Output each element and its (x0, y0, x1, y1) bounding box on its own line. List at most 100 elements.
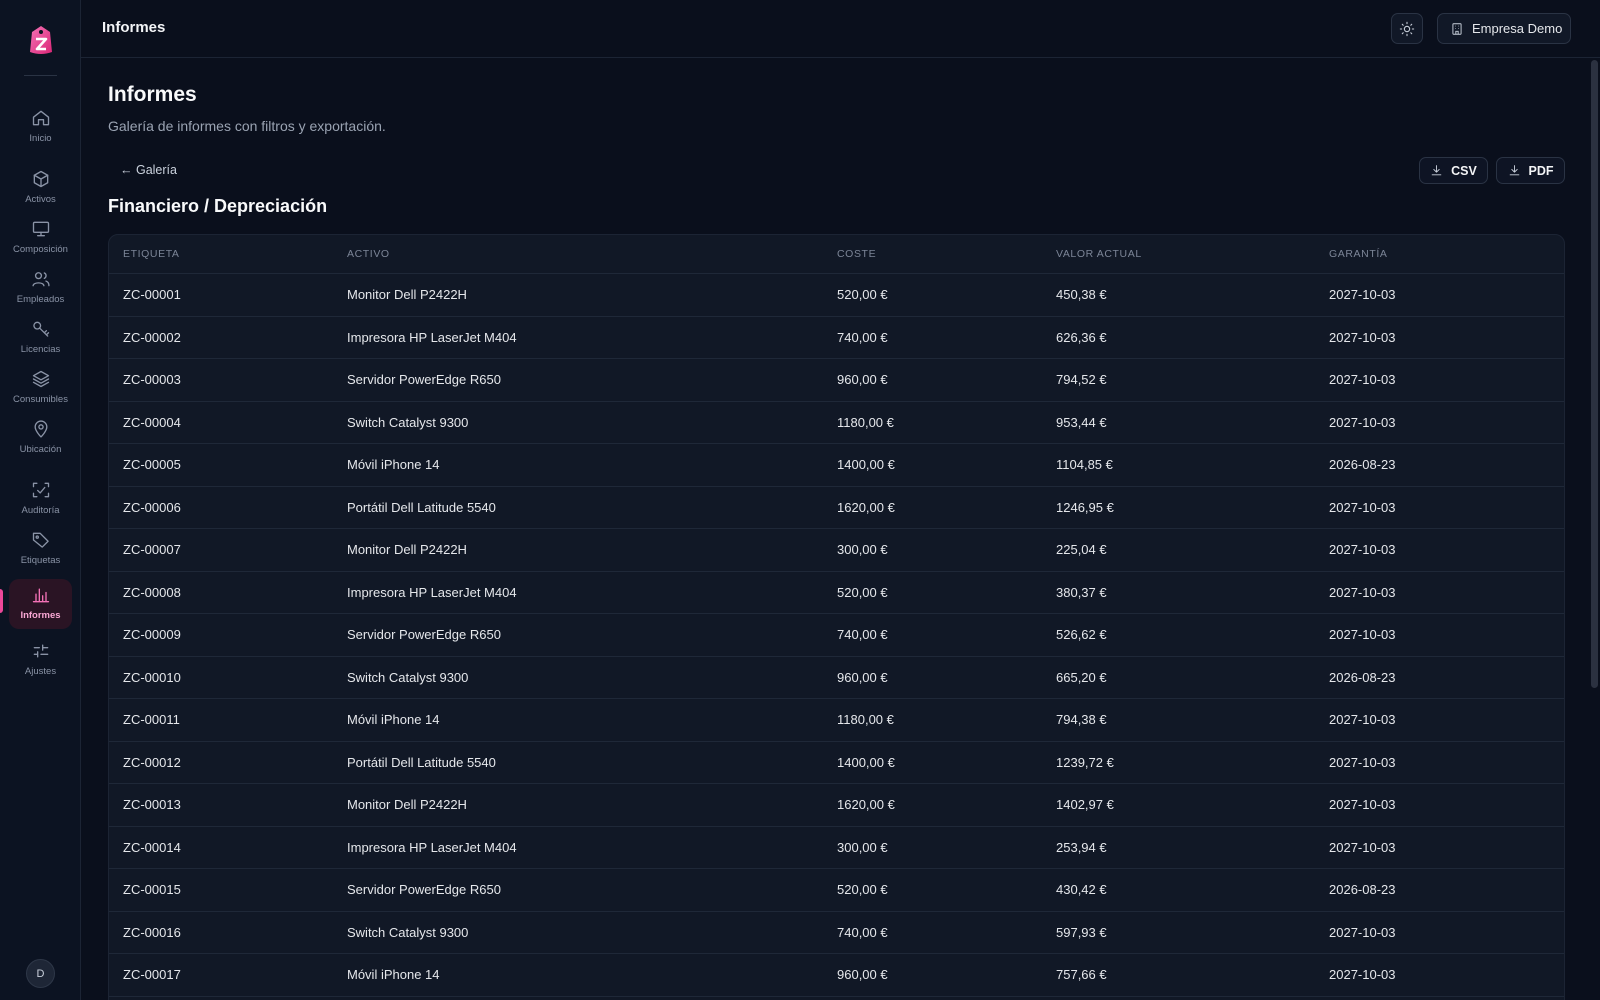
sidebar-item-ajustes[interactable]: Ajustes (9, 635, 72, 685)
cell-activo: Servidor PowerEdge R650 (347, 372, 501, 388)
cell-coste: 1400,00 € (837, 457, 895, 473)
cell-coste: 740,00 € (837, 627, 888, 643)
cell-coste: 520,00 € (837, 882, 888, 898)
cell-activo: Monitor Dell P2422H (347, 287, 467, 303)
column-header-coste[interactable]: COSTE (837, 248, 876, 260)
table-row[interactable]: ZC-00005 Móvil iPhone 14 1400,00 € 1104,85 … (109, 444, 1564, 487)
sidebar-item-inicio[interactable]: Inicio (9, 102, 72, 152)
table-row[interactable]: ZC-00017 Móvil iPhone 14 960,00 € 757,66 € 2… (109, 954, 1564, 997)
table-row[interactable]: ZC-00007 Monitor Dell P2422H 300,00 € 225,0… (109, 529, 1564, 572)
cell-valor-actual: 430,42 € (1056, 882, 1107, 898)
cell-etiqueta: ZC-00002 (123, 329, 181, 345)
app-logo-icon[interactable] (26, 22, 56, 58)
table-row[interactable]: ZC-00013 Monitor Dell P2422H 1620,00 € 1402… (109, 784, 1564, 827)
tag-icon (32, 532, 49, 548)
cell-valor-actual: 225,04 € (1056, 542, 1107, 558)
table-row[interactable]: ZC-00008 Impresora HP LaserJet M404 520,00… (109, 572, 1564, 614)
cell-valor-actual: 1402,97 € (1056, 797, 1114, 813)
table-row[interactable]: ZC-00009 Servidor PowerEdge R650 740,00 € 5… (109, 614, 1564, 657)
page-scrollbar[interactable] (1591, 60, 1598, 688)
sidebar-item-label: Etiquetas (20, 555, 61, 566)
sidebar-item-label: Ajustes (24, 666, 57, 677)
cell-etiqueta: ZC-00017 (123, 967, 181, 983)
cell-activo: Servidor PowerEdge R650 (347, 882, 501, 898)
cell-etiqueta: ZC-00004 (123, 414, 181, 430)
table-row[interactable]: ZC-00002 Impresora HP LaserJet M404 740,00… (109, 317, 1564, 359)
sidebar-item-auditoria[interactable]: Auditoría (9, 474, 72, 524)
column-header-valor-actual[interactable]: VALOR ACTUAL (1056, 248, 1142, 260)
page-title: Informes (108, 83, 197, 106)
table-row[interactable]: ZC-00011 Móvil iPhone 14 1180,00 € 794,38 €… (109, 699, 1564, 742)
table-row[interactable]: ZC-00010 Switch Catalyst 9300 960,00 € 665,… (109, 657, 1564, 699)
building-icon (1452, 22, 1462, 35)
cell-coste: 740,00 € (837, 924, 888, 940)
cell-valor-actual: 1104,85 € (1056, 457, 1113, 473)
users-icon (31, 272, 50, 287)
sidebar-item-ubicacion[interactable]: Ubicación (9, 413, 72, 463)
table-row[interactable]: ZC-00001 Monitor Dell P2422H 520,00 € 450,3… (109, 274, 1564, 317)
table-row[interactable]: ZC-00003 Servidor PowerEdge R650 960,00 € 7… (109, 359, 1564, 402)
cell-activo: Móvil iPhone 14 (347, 712, 440, 728)
cell-activo: Monitor Dell P2422H (347, 797, 467, 813)
sidebar-item-composicion[interactable]: Composición (9, 213, 72, 263)
cell-valor-actual: 953,44 € (1056, 414, 1107, 430)
export-csv-label: CSV (1451, 163, 1477, 178)
cell-coste: 1400,00 € (837, 754, 895, 770)
cell-activo: Impresora HP LaserJet M404 (347, 839, 517, 855)
cell-garantia: 2027-10-03 (1329, 499, 1396, 515)
cell-coste: 960,00 € (837, 967, 888, 983)
table-row[interactable]: ZC-00012 Portátil Dell Latitude 5540 1400,… (109, 742, 1564, 784)
table-row[interactable]: ZC-00004 Switch Catalyst 9300 1180,00 € 953… (109, 402, 1564, 444)
sidebar-item-empleados[interactable]: Empleados (9, 263, 72, 313)
scan-check-icon (32, 482, 49, 498)
sidebar-item-licencias[interactable]: Licencias (9, 313, 72, 363)
sidebar-item-label: Licencias (20, 344, 61, 355)
table-row[interactable]: ZC-00016 Switch Catalyst 9300 740,00 € 597,… (109, 912, 1564, 954)
cell-garantia: 2027-10-03 (1329, 329, 1396, 345)
sidebar-item-label: Informes (20, 610, 61, 621)
theme-toggle-button[interactable] (1391, 13, 1423, 44)
cell-coste: 1180,00 € (837, 712, 894, 728)
cell-valor-actual: 1246,95 € (1056, 499, 1114, 515)
table-row[interactable]: ZC-00014 Impresora HP LaserJet M404 300,00… (109, 827, 1564, 869)
column-header-etiqueta[interactable]: ETIQUETA (123, 248, 180, 260)
active-indicator (0, 589, 3, 613)
cell-garantia: 2026-08-23 (1329, 882, 1396, 898)
table-row[interactable]: ZC-00006 Portátil Dell Latitude 5540 1620,… (109, 487, 1564, 529)
avatar[interactable]: D (26, 959, 55, 988)
report-table: ETIQUETA ACTIVO COSTE VALOR ACTUAL GARAN… (108, 234, 1565, 1000)
cell-garantia: 2026-08-23 (1329, 457, 1396, 473)
cell-activo: Móvil iPhone 14 (347, 457, 440, 473)
column-header-garantia[interactable]: GARANTÍA (1329, 248, 1387, 260)
back-to-gallery-link[interactable]: ← Galería (120, 163, 177, 177)
cell-etiqueta: ZC-00012 (123, 754, 181, 770)
sidebar-item-activos[interactable]: Activos (9, 163, 72, 213)
sidebar-item-consumibles[interactable]: Consumibles (9, 363, 72, 413)
cell-garantia: 2027-10-03 (1329, 287, 1396, 303)
cell-garantia: 2027-10-03 (1329, 414, 1396, 430)
box-icon (33, 170, 48, 188)
cell-garantia: 2027-10-03 (1329, 754, 1396, 770)
cell-valor-actual: 794,38 € (1056, 712, 1107, 728)
table-row[interactable]: ZC-00015 Servidor PowerEdge R650 520,00 € 4… (109, 869, 1564, 912)
cell-activo: Móvil iPhone 14 (347, 967, 440, 983)
top-bar: Informes Empresa Demo (81, 0, 1600, 58)
cell-garantia: 2027-10-03 (1329, 627, 1396, 643)
cell-coste: 960,00 € (837, 372, 888, 388)
column-header-activo[interactable]: ACTIVO (347, 248, 390, 260)
sidebar-item-label: Composición (13, 244, 68, 255)
cell-activo: Switch Catalyst 9300 (347, 924, 469, 940)
download-icon (1509, 165, 1519, 176)
cell-valor-actual: 626,36 € (1056, 329, 1107, 345)
sidebar-item-etiquetas[interactable]: Etiquetas (9, 524, 72, 574)
header-title: Informes (102, 19, 166, 36)
export-pdf-button[interactable]: PDF (1496, 157, 1565, 184)
sidebar-item-informes[interactable]: Informes (9, 579, 72, 629)
export-csv-button[interactable]: CSV (1419, 157, 1488, 184)
cell-valor-actual: 757,66 € (1056, 967, 1107, 983)
company-selector-button[interactable]: Empresa Demo (1437, 13, 1571, 44)
cell-coste: 960,00 € (837, 669, 888, 685)
export-pdf-label: PDF (1528, 163, 1554, 178)
bar-chart-icon (32, 588, 49, 603)
cell-etiqueta: ZC-00014 (123, 839, 181, 855)
